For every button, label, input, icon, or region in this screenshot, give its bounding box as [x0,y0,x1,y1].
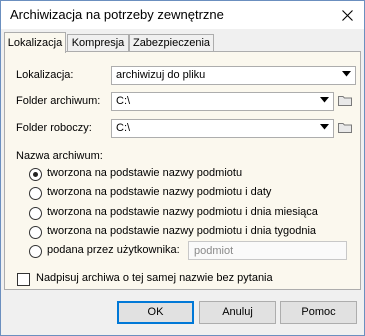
lokalizacja-label: Lokalizacja: [16,69,74,81]
tab-label: Zabezpieczenia [132,37,211,49]
radio-name-option-2-label[interactable]: tworzona na podstawie nazwy podmiotu i d… [47,186,271,198]
user-archive-name-input[interactable]: podmiot [188,241,347,260]
tab-zabezpieczenia[interactable]: Zabezpieczenia [129,34,214,52]
folder-archiwum-value: C:\ [116,95,131,107]
folder-roboczy-label: Folder roboczy: [16,122,92,134]
dialog-client-area: Lokalizacja Kompresja Zabezpieczenia Lok… [1,29,364,335]
radio-name-option-5[interactable] [29,245,42,258]
radio-selected-dot [33,172,38,177]
radio-name-option-1[interactable] [29,168,42,181]
overwrite-checkbox-label[interactable]: Nadpisuj archiwa o tej samej nazwie bez … [36,272,273,284]
chevron-down-icon [320,124,329,130]
folder-archiwum-label: Folder archiwum: [16,95,101,107]
archive-name-group-label: Nazwa archiwum: [16,150,103,162]
title-bar: Archiwizacja na potrzeby zewnętrzne [1,1,364,29]
lokalizacja-dropdown[interactable]: archiwizuj do pliku [111,66,356,85]
tab-lokalizacja[interactable]: Lokalizacja [4,32,66,53]
folder-icon[interactable] [338,95,352,106]
close-icon [341,9,353,21]
overwrite-checkbox[interactable] [17,273,30,286]
tab-panel-lokalizacja: Lokalizacja: archiwizuj do pliku Folder … [4,51,361,290]
tab-label: Lokalizacja [7,37,63,49]
folder-icon[interactable] [338,122,352,133]
ok-button[interactable]: OK [117,301,194,324]
chevron-down-icon [320,97,329,103]
chevron-down-icon [342,71,351,77]
tab-kompresja[interactable]: Kompresja [67,34,129,52]
dialog-window: Archiwizacja na potrzeby zewnętrzne Loka… [0,0,365,336]
radio-name-option-2[interactable] [29,187,42,200]
cancel-button[interactable]: Anuluj [199,301,276,324]
radio-name-option-5-label[interactable]: podana przez użytkownika: [47,244,180,256]
radio-name-option-1-label[interactable]: tworzona na podstawie nazwy podmiotu [47,167,242,179]
tab-label: Kompresja [71,37,125,49]
close-button[interactable] [330,1,364,29]
window-title: Archiwizacja na potrzeby zewnętrzne [10,7,224,22]
radio-name-option-3-label[interactable]: tworzona na podstawie nazwy podmiotu i d… [47,206,318,218]
lokalizacja-value: archiwizuj do pliku [116,69,206,81]
radio-name-option-3[interactable] [29,207,42,220]
folder-roboczy-dropdown[interactable]: C:\ [111,119,334,138]
folder-roboczy-value: C:\ [116,122,131,134]
radio-name-option-4[interactable] [29,226,42,239]
folder-archiwum-dropdown[interactable]: C:\ [111,92,334,111]
radio-name-option-4-label[interactable]: tworzona na podstawie nazwy podmiotu i d… [47,225,316,237]
help-button[interactable]: Pomoc [280,301,357,324]
user-archive-name-placeholder: podmiot [194,245,234,257]
